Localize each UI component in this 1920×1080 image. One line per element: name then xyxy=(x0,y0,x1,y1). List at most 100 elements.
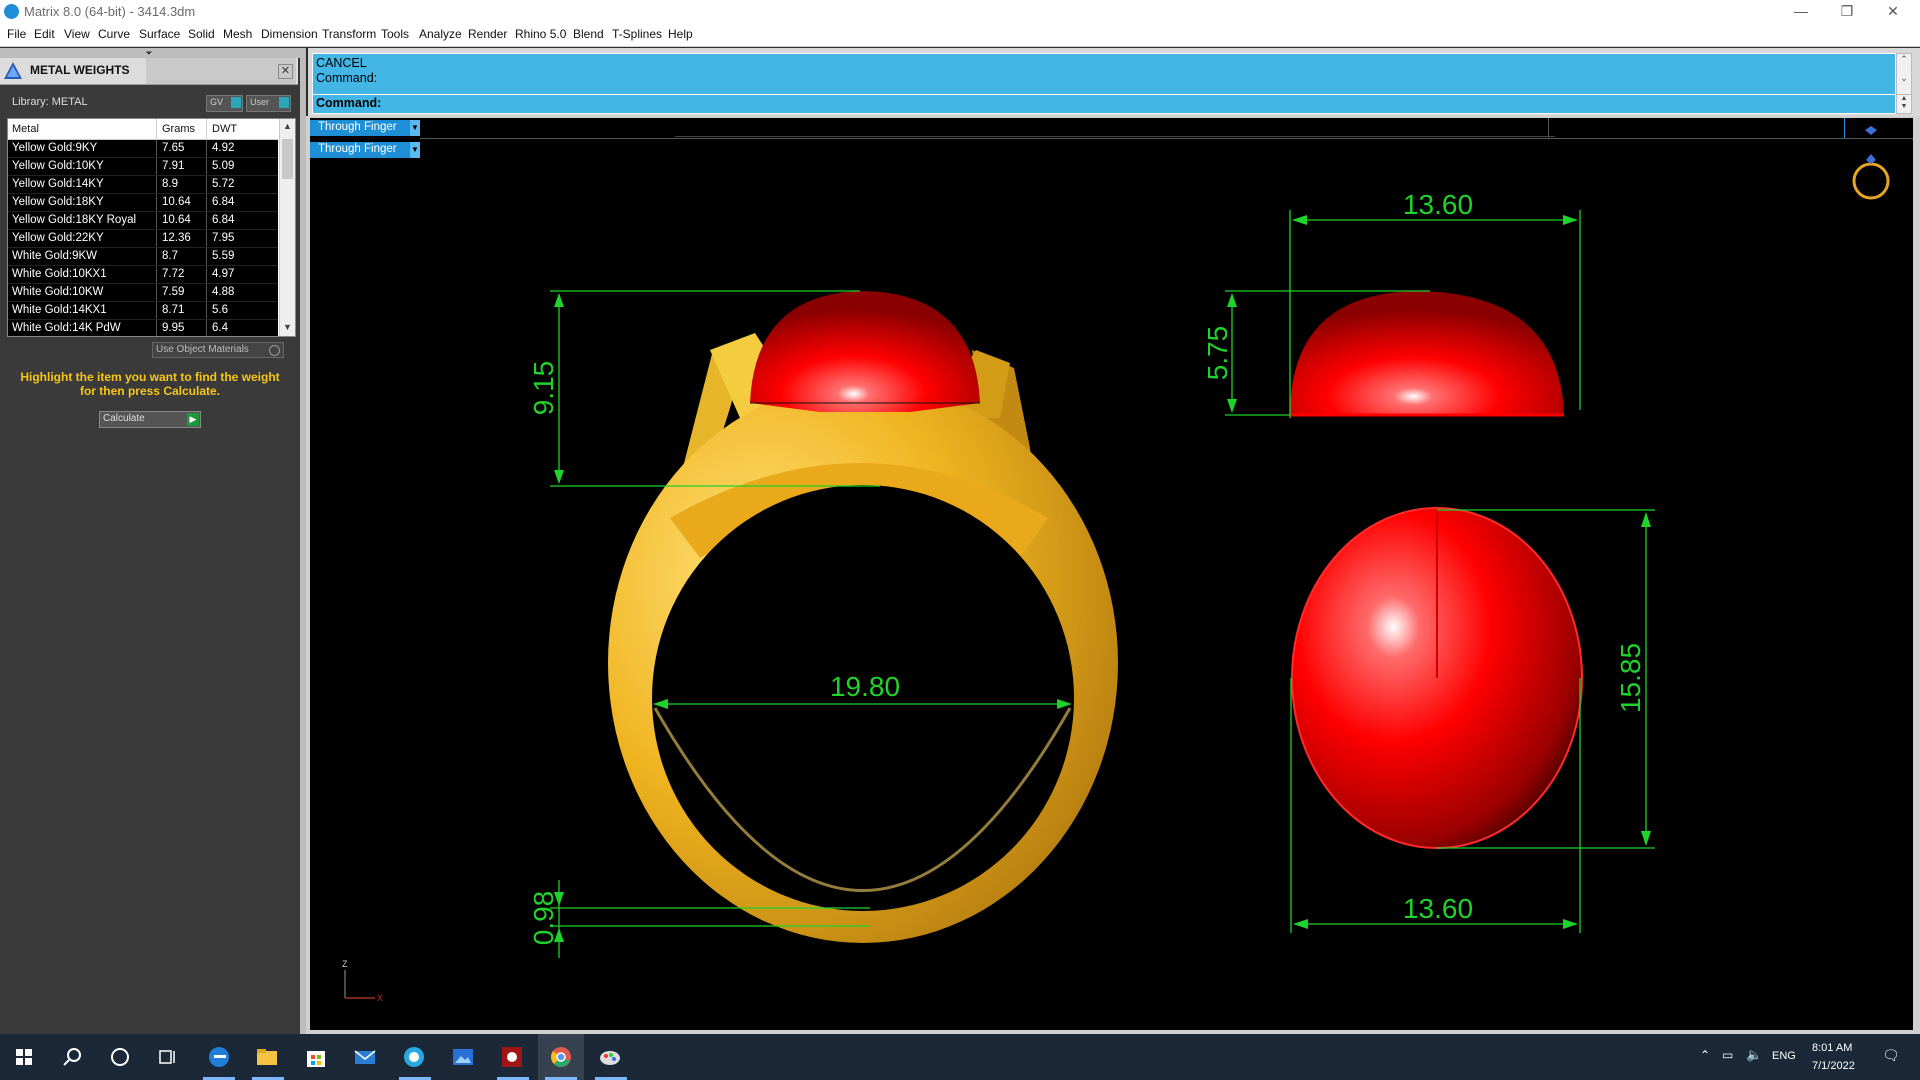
table-row[interactable]: Yellow Gold:9KY 7.65 4.92 xyxy=(8,140,278,158)
chevron-down-icon[interactable]: ⏷ xyxy=(144,48,154,58)
ring-stone[interactable] xyxy=(750,291,980,412)
volume-icon[interactable]: 🔈 xyxy=(1746,1047,1762,1063)
panel-close-icon[interactable]: ✕ xyxy=(278,64,293,79)
menu-rhino[interactable]: Rhino 5.0 xyxy=(515,27,566,41)
menu-transform[interactable]: Transform xyxy=(322,27,376,41)
gv-toggle[interactable]: GV xyxy=(206,95,243,112)
menu-analyze[interactable]: Analyze xyxy=(419,27,462,41)
cell-metal: White Gold:14K PdW xyxy=(12,322,121,334)
cell-grams: 7.65 xyxy=(162,142,185,154)
menu-tools[interactable]: Tools xyxy=(381,27,409,41)
game-app-icon[interactable] xyxy=(498,1043,526,1071)
mail-icon[interactable] xyxy=(351,1043,379,1071)
restore-button[interactable]: ❐ xyxy=(1824,0,1870,24)
menu-help[interactable]: Help xyxy=(668,27,693,41)
cell-metal: Yellow Gold:10KY xyxy=(12,160,104,172)
cell-grams: 10.64 xyxy=(162,214,191,226)
cortana-icon[interactable] xyxy=(106,1043,134,1071)
table-row[interactable]: White Gold:9KW 8.7 5.59 xyxy=(8,248,278,266)
table-row[interactable]: White Gold:10KW 7.59 4.88 xyxy=(8,284,278,302)
cell-grams: 8.9 xyxy=(162,178,178,190)
stone-side-view[interactable] xyxy=(1290,291,1564,417)
cell-metal: Yellow Gold:14KY xyxy=(12,178,104,190)
table-row[interactable]: Yellow Gold:10KY 7.91 5.09 xyxy=(8,158,278,176)
task-view-icon[interactable] xyxy=(154,1043,182,1071)
table-row[interactable]: White Gold:14KX1 8.71 5.6 xyxy=(8,302,278,320)
command-input[interactable]: Command: xyxy=(312,94,1896,114)
table-row[interactable]: Yellow Gold:14KY 8.9 5.72 xyxy=(8,176,278,194)
table-row[interactable]: White Gold:10KX1 7.72 4.97 xyxy=(8,266,278,284)
clock-date[interactable]: 7/1/2022 xyxy=(1812,1060,1855,1072)
table-scrollbar[interactable]: ▲ ▼ xyxy=(279,119,295,336)
panel-title: METAL WEIGHTS xyxy=(30,63,130,77)
photos-icon[interactable] xyxy=(449,1043,477,1071)
menu-dimension[interactable]: Dimension xyxy=(261,27,318,41)
instruction-line-2: for then press Calculate. xyxy=(79,384,221,398)
use-object-materials-option[interactable]: Use Object Materials xyxy=(152,342,284,358)
column-metal[interactable]: Metal xyxy=(12,123,39,135)
cell-metal: White Gold:10KW xyxy=(12,286,104,298)
table-row[interactable]: Yellow Gold:18KY 10.64 6.84 xyxy=(8,194,278,212)
user-toggle[interactable]: User xyxy=(246,95,291,112)
clock-time[interactable]: 8:01 AM xyxy=(1812,1042,1852,1054)
radio-icon[interactable] xyxy=(269,345,280,356)
menu-surface[interactable]: Surface xyxy=(139,27,180,41)
scroll-down-icon[interactable]: ▼ xyxy=(283,322,292,332)
store-icon[interactable] xyxy=(302,1043,330,1071)
matrix-app-icon[interactable] xyxy=(400,1043,428,1071)
menu-file[interactable]: File xyxy=(7,27,26,41)
paint-icon[interactable] xyxy=(596,1043,624,1071)
command-history-scrollbar[interactable]: ⌃ ⌄ xyxy=(1896,53,1912,95)
menu-curve[interactable]: Curve xyxy=(98,27,130,41)
table-row[interactable]: Yellow Gold:22KY 12.36 7.95 xyxy=(8,230,278,248)
column-dwt[interactable]: DWT xyxy=(212,123,237,135)
cell-grams: 12.36 xyxy=(162,232,191,244)
scrollbar-thumb[interactable] xyxy=(282,139,293,179)
cell-metal: Yellow Gold:18KY Royal xyxy=(12,214,137,226)
dimension-label: 15.85 xyxy=(1615,643,1646,713)
chevron-down-icon[interactable]: ▼ xyxy=(1897,103,1911,111)
scroll-up-icon[interactable]: ⌃ xyxy=(1897,54,1911,65)
command-spinner[interactable]: ▲ ▼ xyxy=(1896,94,1912,114)
stone-top-view[interactable] xyxy=(1291,507,1583,849)
calculate-label: Calculate xyxy=(103,413,145,424)
menu-blend[interactable]: Blend xyxy=(573,27,604,41)
search-icon[interactable] xyxy=(58,1043,86,1071)
cell-dwt: 6.4 xyxy=(212,322,228,334)
close-button[interactable]: ✕ xyxy=(1870,0,1916,24)
cell-dwt: 5.6 xyxy=(212,304,228,316)
network-icon[interactable]: ▭ xyxy=(1722,1048,1733,1062)
menu-tsplines[interactable]: T-Splines xyxy=(612,27,662,41)
notification-icon[interactable]: 🗨 xyxy=(1882,1047,1900,1064)
dimension-label: 13.60 xyxy=(1403,189,1473,220)
file-explorer-icon[interactable] xyxy=(253,1043,281,1071)
menu-render[interactable]: Render xyxy=(468,27,507,41)
edge-icon[interactable] xyxy=(205,1043,233,1071)
scroll-up-icon[interactable]: ▲ xyxy=(283,121,292,131)
chevron-up-icon[interactable]: ⌃ xyxy=(1700,1048,1710,1062)
calculate-button[interactable]: Calculate ▶ xyxy=(99,411,201,428)
chevron-up-icon[interactable]: ▲ xyxy=(1897,95,1911,103)
ring-view-icon[interactable] xyxy=(1852,126,1890,200)
library-label: Library: METAL xyxy=(12,96,88,108)
instruction-text: Highlight the item you want to find the … xyxy=(14,370,286,398)
cell-grams: 10.64 xyxy=(162,196,191,208)
menu-mesh[interactable]: Mesh xyxy=(223,27,252,41)
menu-edit[interactable]: Edit xyxy=(34,27,55,41)
menu-view[interactable]: View xyxy=(64,27,90,41)
column-grams[interactable]: Grams xyxy=(162,123,195,135)
cell-grams: 7.91 xyxy=(162,160,185,172)
table-row[interactable]: Yellow Gold:18KY Royal 10.64 6.84 xyxy=(8,212,278,230)
minimize-button[interactable]: — xyxy=(1778,0,1824,24)
panel-collapse-strip[interactable]: ⏷ xyxy=(0,48,300,58)
ring-model[interactable] xyxy=(608,333,1118,943)
gv-toggle-label: GV xyxy=(210,97,224,107)
windows-start-icon[interactable] xyxy=(10,1043,38,1071)
cell-metal: Yellow Gold:22KY xyxy=(12,232,104,244)
model-scene: 9.15 19.80 0.98 13.60 5.75 15.85 13.60 Z… xyxy=(342,126,1890,1003)
language-indicator[interactable]: ENG xyxy=(1772,1050,1796,1062)
scroll-down-icon[interactable]: ⌄ xyxy=(1897,73,1911,84)
cell-grams: 7.59 xyxy=(162,286,185,298)
menu-solid[interactable]: Solid xyxy=(188,27,215,41)
table-row[interactable]: White Gold:14K PdW 9.95 6.4 xyxy=(8,320,278,336)
